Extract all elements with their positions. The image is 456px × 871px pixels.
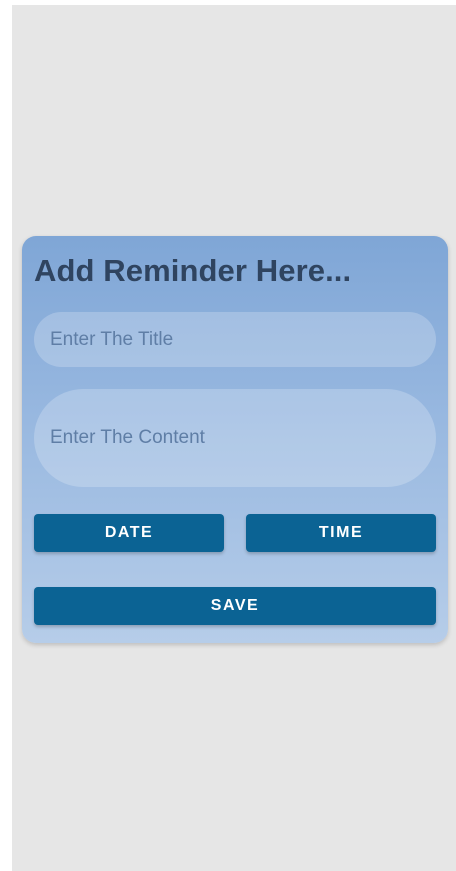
save-button[interactable]: SAVE — [34, 587, 436, 625]
date-button[interactable]: DATE — [34, 514, 224, 552]
content-input[interactable] — [34, 389, 436, 487]
title-input[interactable] — [34, 312, 436, 367]
add-reminder-card: Add Reminder Here... DATE TIME SAVE — [22, 236, 448, 643]
app-screen: Add Reminder Here... DATE TIME SAVE — [12, 5, 456, 871]
time-button[interactable]: TIME — [246, 514, 436, 552]
dialog-title: Add Reminder Here... — [34, 253, 352, 288]
